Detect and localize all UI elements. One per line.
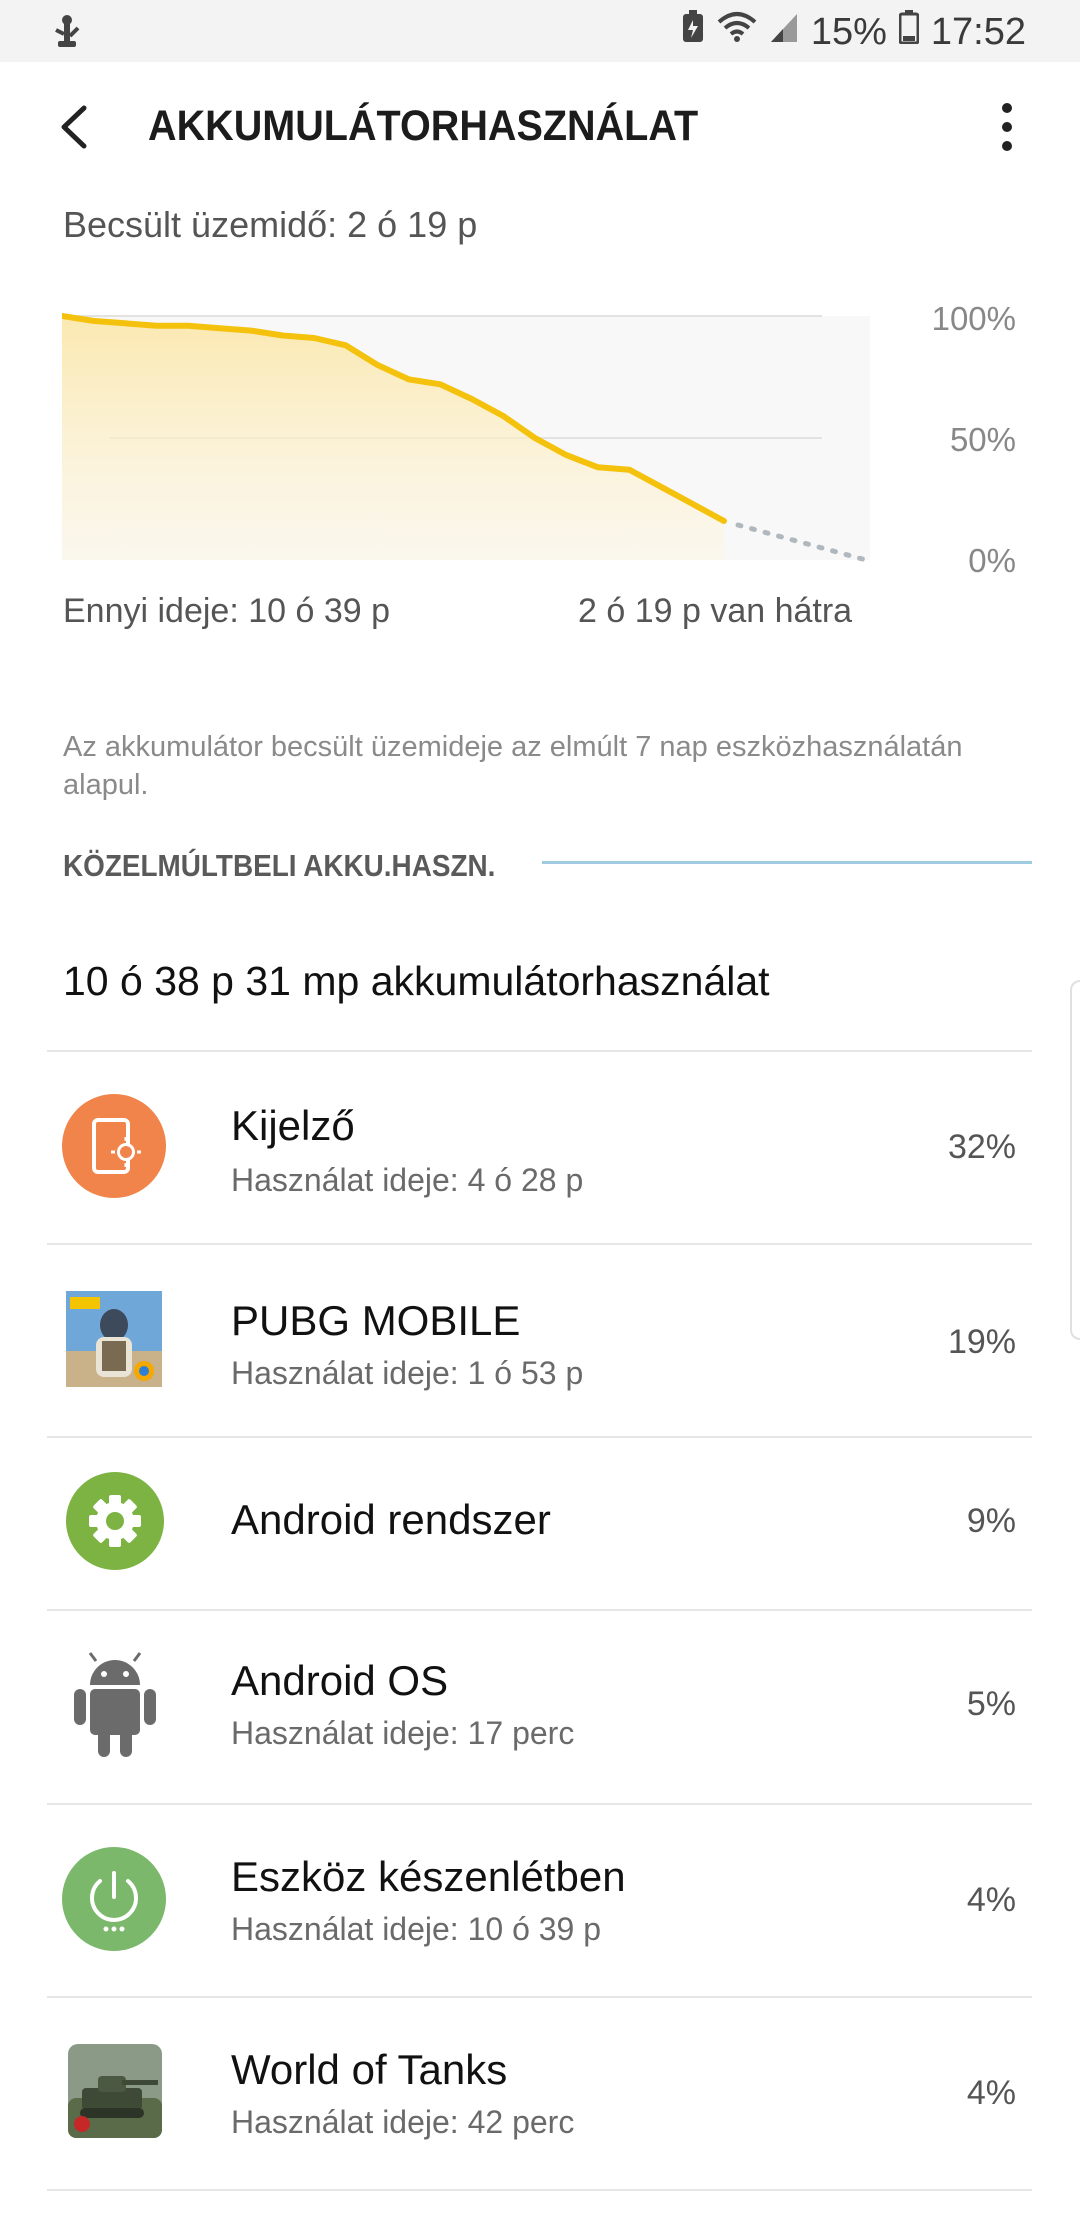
usage-percent: 32%: [947, 1128, 1016, 1166]
pubg-app-icon: [66, 1291, 162, 1387]
page-title: AKKUMULÁTORHASZNÁLAT: [148, 102, 699, 150]
usage-percent: 4%: [966, 1881, 1016, 1919]
more-options-button[interactable]: [982, 97, 1032, 157]
app-name: PUBG MOBILE: [231, 1297, 521, 1344]
back-arrow-icon: [61, 105, 87, 149]
app-name: Android rendszer: [231, 1496, 551, 1543]
app-name: Kijelző: [231, 1102, 355, 1149]
usage-row-android-os[interactable]: Android OS Használat ideje: 17 perc 5%: [0, 1611, 1080, 1803]
signal-icon: [769, 10, 799, 54]
usage-row-display[interactable]: Kijelző Használat ideje: 4 ó 28 p 32%: [0, 1052, 1080, 1244]
android-robot-icon: [68, 1651, 162, 1761]
world-of-tanks-app-icon: [68, 2044, 162, 2138]
estimated-runtime: Becsült üzemidő: 2 ó 19 p: [63, 204, 478, 245]
usage-row-pubg[interactable]: PUBG MOBILE Használat ideje: 1 ó 53 p 19…: [0, 1245, 1080, 1437]
battery-percent: 15%: [810, 10, 887, 53]
more-vert-icon: [1002, 103, 1012, 113]
wifi-icon: [717, 10, 757, 54]
section-title: KÖZELMÚLTBELI AKKU.HASZN.: [63, 848, 496, 883]
usage-row-world-of-tanks[interactable]: World of Tanks Használat ideje: 42 perc …: [0, 1998, 1080, 2190]
battery-icon: [898, 10, 920, 54]
display-brightness-icon: [62, 1094, 166, 1198]
app-name: World of Tanks: [231, 2046, 508, 2093]
divider: [47, 2189, 1032, 2191]
section-divider: [542, 861, 1032, 864]
estimate-note: Az akkumulátor becsült üzemideje az elmú…: [63, 731, 963, 801]
battery-saver-icon: [681, 10, 705, 54]
usage-time: Használat ideje: 4 ó 28 p: [231, 1162, 584, 1198]
usage-time: Használat ideje: 10 ó 39 p: [231, 1911, 602, 1947]
back-button[interactable]: [44, 92, 104, 162]
chart-x-label-right: 2 ó 19 p van hátra: [578, 592, 853, 630]
power-icon: [62, 1847, 166, 1951]
y-tick-0: 0%: [968, 542, 1016, 579]
app-name: Eszköz készenlétben: [231, 1853, 626, 1900]
clock: 17:52: [930, 10, 1026, 53]
scroll-indicator: [1070, 980, 1080, 1340]
y-tick-100: 100%: [932, 300, 1016, 337]
chart-x-label-left: Ennyi ideje: 10 ó 39 p: [63, 592, 391, 630]
usage-time: Használat ideje: 17 perc: [231, 1715, 575, 1751]
app-name: Android OS: [231, 1657, 449, 1704]
usage-percent: 19%: [947, 1323, 1016, 1361]
usage-time: Használat ideje: 42 perc: [231, 2104, 575, 2140]
usage-percent: 5%: [966, 1685, 1016, 1723]
gear-icon: [66, 1472, 164, 1570]
usage-row-standby[interactable]: Eszköz készenlétben Használat ideje: 10 …: [0, 1805, 1080, 1997]
usage-percent: 4%: [966, 2074, 1016, 2112]
status-bar: 15% 17:52: [0, 0, 1080, 62]
usage-percent: 9%: [966, 1502, 1016, 1540]
total-usage: 10 ó 38 p 31 mp akkumulátorhasználat: [63, 958, 770, 1004]
usage-time: Használat ideje: 1 ó 53 p: [231, 1355, 584, 1391]
usb-debug-icon: [52, 14, 82, 50]
y-tick-50: 50%: [950, 421, 1016, 458]
app-bar: AKKUMULÁTORHASZNÁLAT: [0, 62, 1080, 192]
usage-row-android-system[interactable]: Android rendszer 9%: [0, 1438, 1080, 1610]
battery-level-chart: 100% 50% 0%: [62, 300, 1016, 579]
